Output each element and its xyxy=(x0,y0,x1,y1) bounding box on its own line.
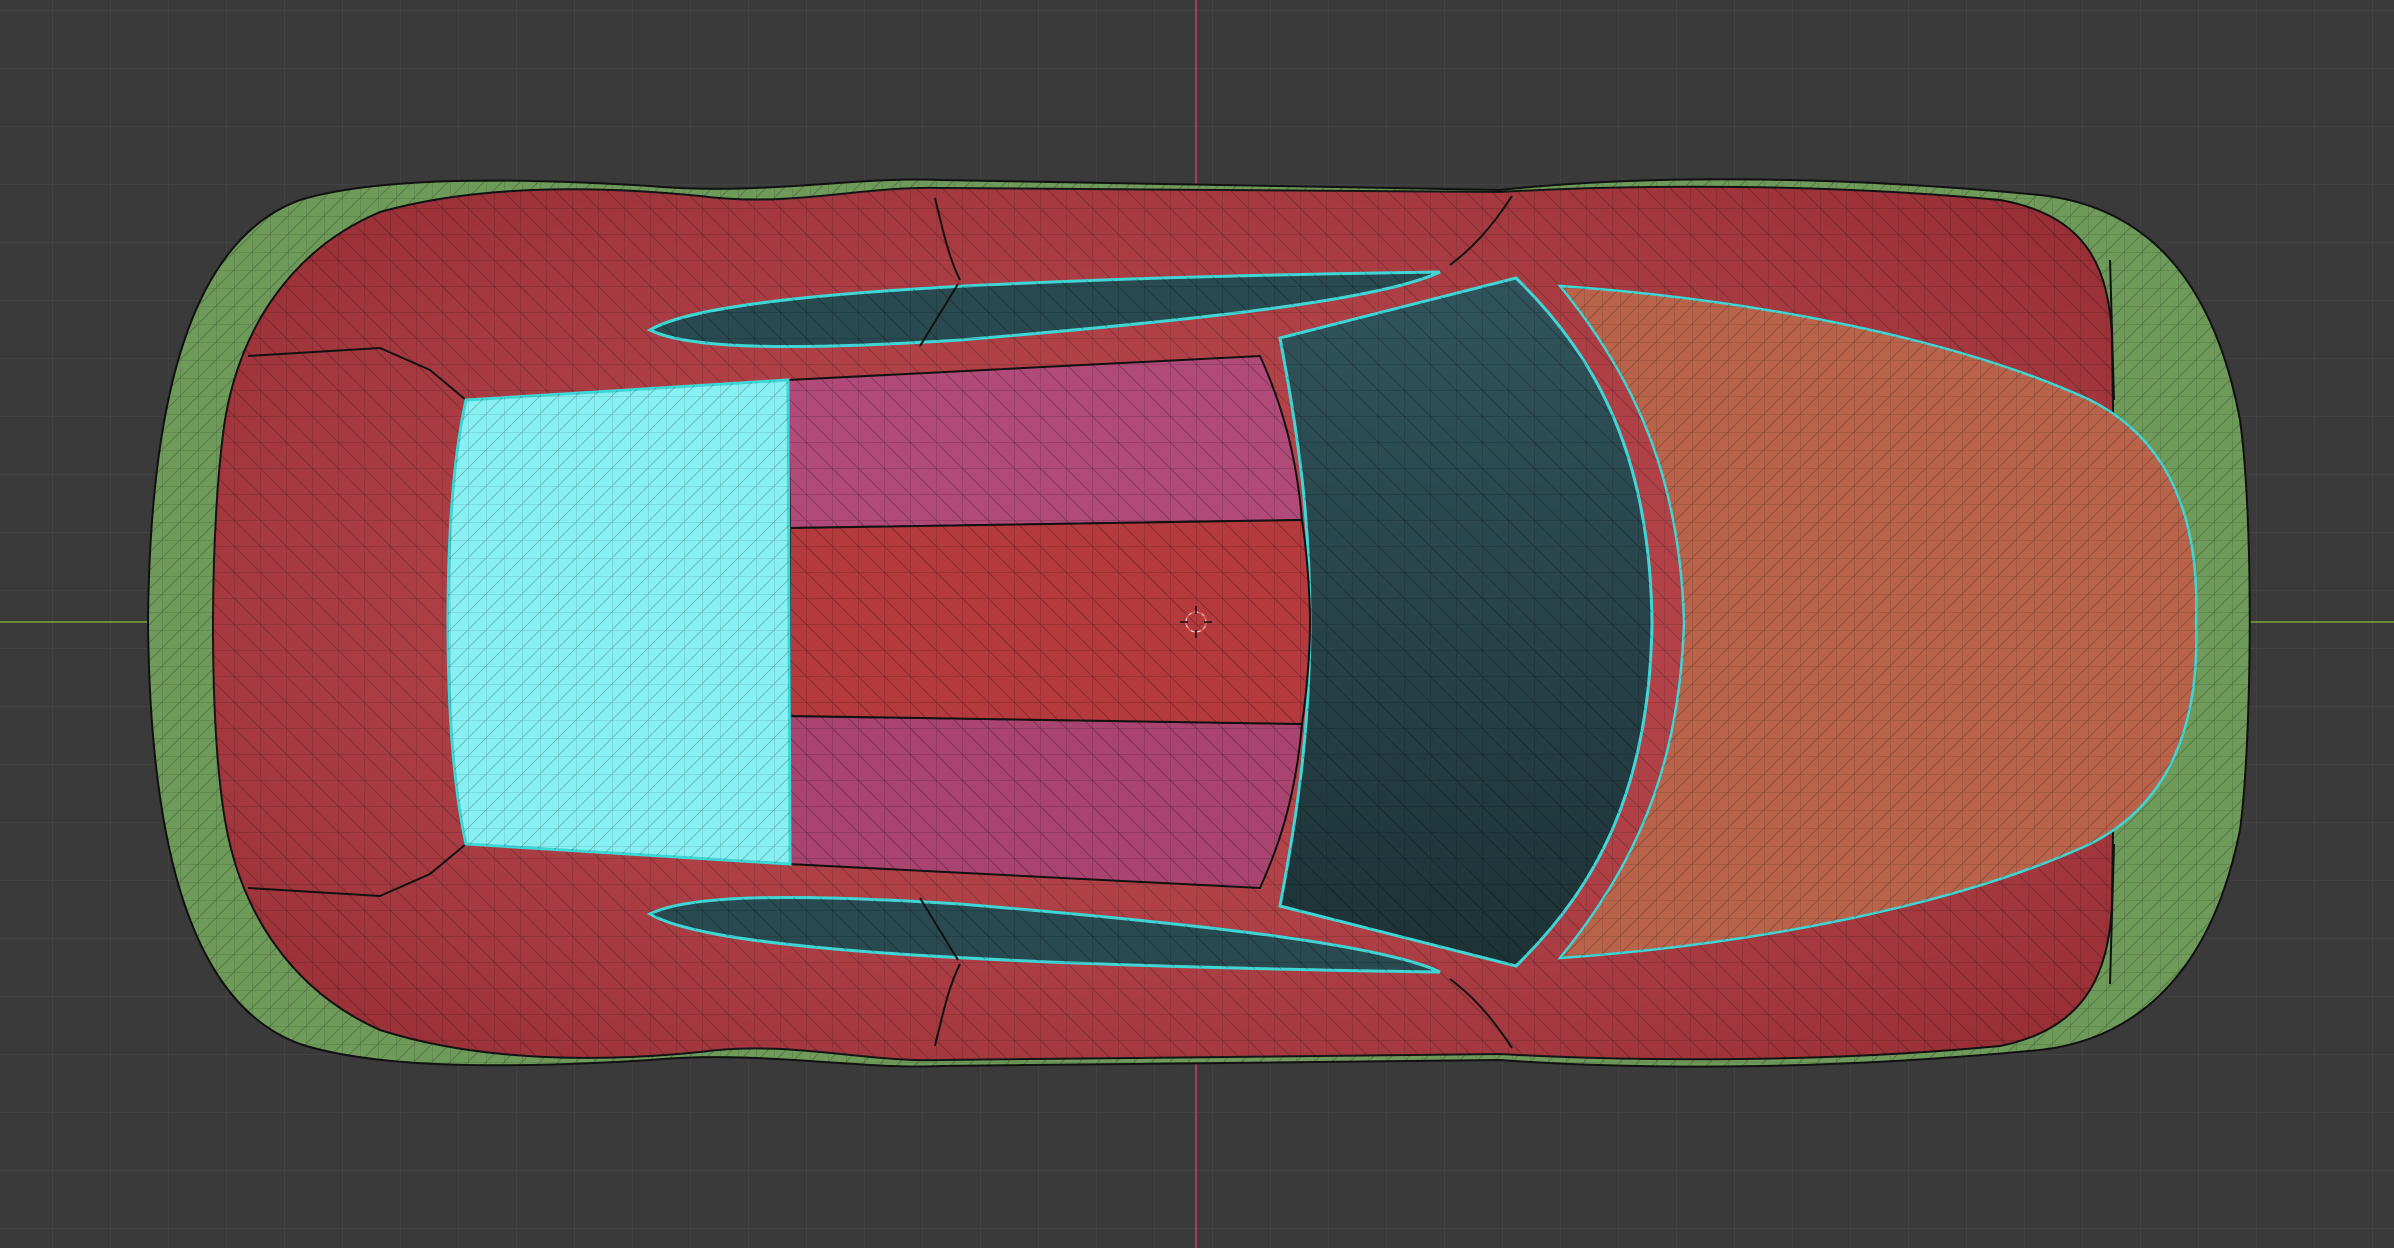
3d-viewport[interactable] xyxy=(0,0,2394,1248)
car-model[interactable] xyxy=(146,178,2251,1068)
